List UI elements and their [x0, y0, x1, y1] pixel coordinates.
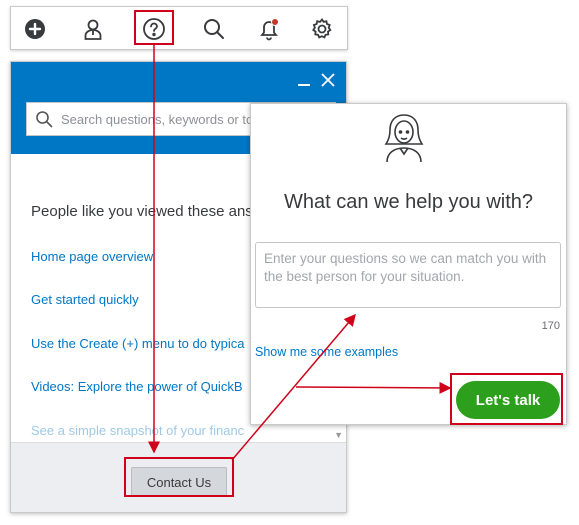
- notification-bell-icon[interactable]: [255, 15, 283, 43]
- contact-us-highlight: [124, 457, 234, 497]
- char-count: 170: [541, 320, 560, 332]
- lets-talk-highlight: [450, 373, 563, 425]
- top-toolbar: [10, 6, 348, 50]
- add-icon[interactable]: [21, 15, 49, 43]
- help-icon-highlight: [134, 10, 174, 45]
- close-icon[interactable]: [318, 70, 338, 90]
- chat-question-input[interactable]: [255, 242, 561, 308]
- agent-avatar-icon: [384, 114, 424, 163]
- minimize-icon[interactable]: [294, 70, 314, 90]
- help-link-home-page[interactable]: Home page overview: [31, 249, 153, 264]
- search-icon: [36, 111, 53, 128]
- user-icon[interactable]: [79, 15, 107, 43]
- scroll-down-icon[interactable]: ▼: [334, 430, 343, 440]
- chat-title: What can we help you with?: [283, 191, 534, 213]
- help-link-videos[interactable]: Videos: Explore the power of QuickB: [31, 379, 243, 394]
- show-examples-link[interactable]: Show me some examples: [255, 345, 398, 359]
- search-icon[interactable]: [200, 15, 228, 43]
- help-link-snapshot[interactable]: See a simple snapshot of your financ: [31, 423, 244, 438]
- help-link-get-started[interactable]: Get started quickly: [31, 292, 139, 307]
- help-link-create-menu[interactable]: Use the Create (+) menu to do typica: [31, 336, 245, 351]
- help-intro-text: People like you viewed these ans: [31, 203, 253, 220]
- gear-icon[interactable]: [308, 15, 336, 43]
